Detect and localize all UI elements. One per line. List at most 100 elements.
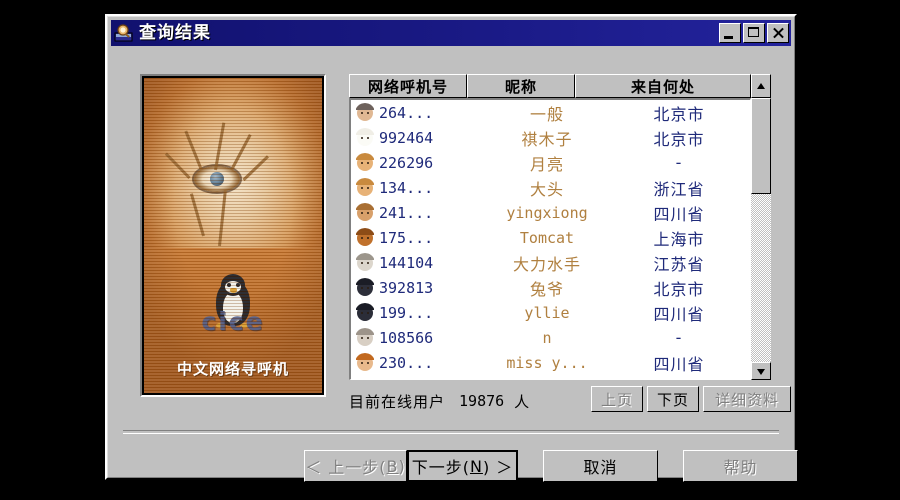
cell-nickname: yingxiong — [506, 203, 588, 222]
online-users-unit: 人 — [514, 392, 530, 411]
cell-pager-id: 108566 — [379, 328, 434, 347]
avatar-cell — [351, 277, 379, 298]
minimize-icon — [724, 36, 733, 39]
search-book-icon — [114, 23, 134, 43]
cancel-button[interactable]: 取消 — [543, 450, 658, 482]
close-button[interactable] — [767, 23, 789, 43]
avatar-cell — [351, 127, 379, 148]
vertical-scrollbar[interactable] — [751, 98, 771, 380]
back-button-label-suffix: ) — [398, 456, 406, 476]
table-row[interactable]: 175... Tomcat 上海市 — [351, 225, 750, 250]
minimize-button[interactable] — [719, 23, 741, 43]
back-button-accesskey: B — [386, 456, 399, 476]
table-row[interactable]: 241... yingxiong 四川省 — [351, 200, 750, 225]
avatar-cell — [351, 152, 379, 173]
cell-location: - — [675, 153, 683, 172]
cell-location: 四川省 — [653, 304, 705, 324]
logo-text: cice — [201, 307, 265, 336]
cell-pager-id: 992464 — [379, 128, 434, 147]
next-button-label-suffix: ) ＞ — [482, 458, 514, 477]
online-users-count: 19876 — [459, 392, 505, 410]
details-button[interactable]: 详细资料 — [703, 386, 791, 412]
artwork-caption: 中文网络寻呼机 — [176, 360, 289, 378]
cell-location: - — [675, 328, 683, 347]
table-row[interactable]: 992464 祺木子 北京市 — [351, 125, 750, 150]
table-body[interactable]: 264... 一般 北京市 992464 祺木子 北京市 226296 月亮 -134... 大头… — [349, 98, 751, 380]
cell-pager-id: 241... — [379, 203, 434, 222]
cell-pager-id: 264... — [379, 103, 434, 122]
results-list: 网络呼机号 昵称 来自何处 264... 一般 北京市 992464 祺木子 北京市 226… — [349, 74, 771, 380]
scrollbar-track[interactable] — [751, 98, 771, 362]
column-header-location[interactable]: 来自何处 — [575, 74, 751, 98]
dialog-body: cice 中文网络寻呼机 网络呼机号 昵称 来自何处 264... 一般 北京市 99… — [111, 50, 798, 482]
pagination-buttons: 上页 下页 详细资料 — [591, 386, 791, 412]
table-row[interactable]: 230... miss y... 四川省 — [351, 350, 750, 375]
avatar-dog-icon — [355, 202, 375, 223]
separator — [123, 430, 779, 434]
avatar-cell — [351, 352, 379, 373]
avatar-cell — [351, 252, 379, 273]
column-header-pager-id[interactable]: 网络呼机号 — [349, 74, 467, 98]
close-icon — [771, 26, 785, 40]
scroll-down-button[interactable] — [751, 362, 771, 380]
cell-pager-id: 134... — [379, 178, 434, 197]
artwork-image: cice 中文网络寻呼机 — [144, 78, 322, 393]
cell-nickname: 一般 — [529, 104, 564, 124]
table-header-row: 网络呼机号 昵称 来自何处 — [349, 74, 771, 98]
cell-location: 浙江省 — [653, 179, 705, 199]
avatar-face-icon — [355, 102, 375, 123]
maximize-button[interactable] — [743, 23, 765, 43]
table-row[interactable]: 226296 月亮 - — [351, 150, 750, 175]
scrollbar-thumb[interactable] — [751, 98, 771, 194]
table-row[interactable]: 144104 大力水手 江苏省 — [351, 250, 750, 275]
cell-nickname: 大头 — [529, 179, 564, 199]
next-button-accesskey: N — [469, 456, 483, 476]
cell-nickname: 大力水手 — [512, 254, 581, 274]
title-bar: 查询结果 — [111, 20, 791, 46]
column-header-nickname[interactable]: 昵称 — [467, 74, 575, 98]
next-button[interactable]: 下一步(N) ＞ — [407, 450, 518, 482]
avatar-cell — [351, 302, 379, 323]
avatar-cell — [351, 327, 379, 348]
dialog-button-row: ＜ 上一步(B) 下一步(N) ＞ 取消 帮助 — [111, 450, 798, 484]
avatar-bear-icon — [355, 152, 375, 173]
cell-nickname: yllie — [524, 303, 570, 322]
help-button[interactable]: 帮助 — [683, 450, 798, 482]
cell-pager-id: 392813 — [379, 278, 434, 297]
cell-pager-id: 226296 — [379, 153, 434, 172]
avatar-girl-icon — [355, 352, 375, 373]
cell-pager-id: 230... — [379, 353, 434, 372]
cell-location: 北京市 — [653, 279, 705, 299]
cell-location: 四川省 — [653, 204, 705, 224]
table-row[interactable]: 199... yllie 四川省 — [351, 300, 750, 325]
window-title: 查询结果 — [139, 23, 211, 43]
screen: 查询结果 cice 中文网络寻呼机 网络呼机号 昵称 来自何处 264... 一… — [0, 0, 900, 500]
query-results-window: 查询结果 cice 中文网络寻呼机 网络呼机号 昵称 来自何处 264... 一… — [105, 14, 798, 482]
cell-location: 北京市 — [653, 104, 705, 124]
avatar-cat-icon — [355, 127, 375, 148]
cell-pager-id: 144104 — [379, 253, 434, 272]
maximize-icon — [748, 27, 759, 37]
avatar-cell — [351, 102, 379, 123]
avatar-cell — [351, 227, 379, 248]
table-row[interactable]: 134... 大头 浙江省 — [351, 175, 750, 200]
scroll-up-button[interactable] — [751, 74, 771, 98]
next-page-button[interactable]: 下页 — [647, 386, 699, 412]
cell-nickname: miss y... — [506, 353, 588, 372]
avatar-cow-icon — [355, 302, 375, 323]
cell-location: 江苏省 — [653, 254, 705, 274]
avatar-lion-icon — [355, 227, 375, 248]
cell-pager-id: 175... — [379, 228, 434, 247]
back-button-label-prefix: ＜ 上一步( — [305, 458, 387, 477]
online-users-label: 目前在线用户 — [349, 392, 446, 411]
avatar-bear-icon — [355, 177, 375, 198]
back-button[interactable]: ＜ 上一步(B) — [304, 450, 407, 482]
cell-nickname: n — [542, 328, 552, 347]
prev-page-button[interactable]: 上页 — [591, 386, 643, 412]
cell-location: 上海市 — [653, 229, 705, 249]
table-row[interactable]: 264... 一般 北京市 — [351, 100, 750, 125]
table-row[interactable]: 392813 兔爷 北京市 — [351, 275, 750, 300]
artwork-panel: cice 中文网络寻呼机 — [140, 74, 326, 397]
cell-nickname: 祺木子 — [521, 129, 573, 149]
table-row[interactable]: 108566 n - — [351, 325, 750, 350]
